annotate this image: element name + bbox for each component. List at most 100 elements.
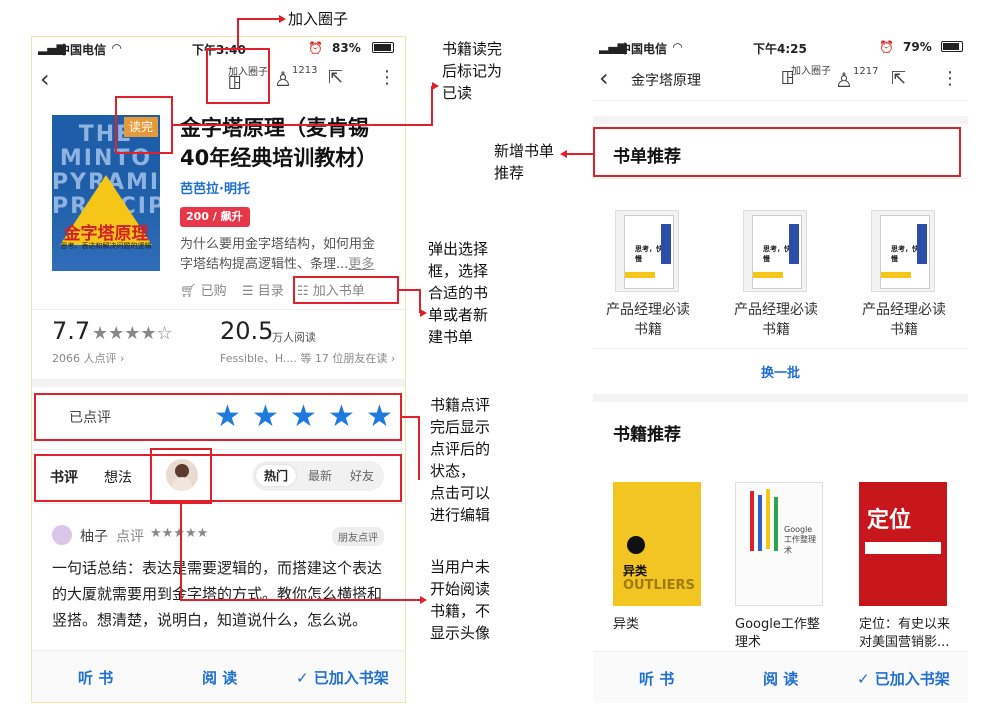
listen-button[interactable]: 听 书 (639, 668, 674, 689)
rating-count-link[interactable]: 2066 人点评 › (52, 350, 124, 366)
book-name-3[interactable]: 定位：有史以来对美国营销影... (859, 616, 955, 652)
refresh-button[interactable]: 换一批 (593, 362, 968, 381)
friends-reading-link[interactable]: Fessible、H.... 等 17 位朋友在读 › (220, 350, 395, 366)
join-circle-label[interactable]: 加入圈子 (791, 62, 831, 77)
annotation-line-text: 状态， (430, 462, 476, 480)
annotation-line-text: 框，选择 (428, 262, 489, 280)
more-icon[interactable]: ⋮ (941, 68, 959, 89)
divider (593, 178, 968, 179)
annotation-arrow (420, 309, 427, 317)
toc-button[interactable]: ☰ 目录 (242, 280, 284, 299)
booklist-cover-1[interactable]: 思考，快与慢 (615, 210, 679, 292)
booklist-name-3[interactable]: 产品经理必读书籍 (859, 300, 949, 340)
battery-percent: 83% (332, 41, 361, 55)
comment-action: 点评 (116, 529, 144, 545)
member-count: 1217 (853, 66, 879, 77)
divider (32, 503, 405, 504)
annotation-arrow (560, 150, 567, 158)
annotation-join-circle: 加入圈子 (288, 10, 349, 28)
share-icon[interactable]: ⇱ (328, 67, 343, 88)
annotation-line (180, 504, 182, 600)
rank-badge[interactable]: 200 / 飙升 › (180, 207, 250, 243)
battery-icon (372, 42, 394, 53)
listen-button[interactable]: 听 书 (78, 667, 113, 688)
wifi-icon: ◠ (112, 41, 122, 55)
annotation-line-text: 书籍，不 (430, 602, 491, 620)
annotation-arrow (420, 596, 427, 604)
section-gap (593, 116, 968, 124)
annotation-line-text: 建书单 (428, 328, 474, 346)
toc-label: 目录 (257, 284, 284, 299)
status-bar: ▂▄▆ 中国电信 ◠ 下午4:25 ⏰ 79% (593, 36, 968, 58)
clock: 下午4:25 (753, 42, 807, 56)
alarm-icon: ⏰ (308, 41, 323, 55)
annotation-line-text: 后标记为 (442, 62, 503, 80)
bookshelf-button[interactable]: ✓ 已加入书架 (857, 668, 950, 689)
bookshelf-button[interactable]: ✓ 已加入书架 (296, 667, 389, 688)
list-icon: ☰ (242, 284, 258, 299)
highlight-rated (34, 393, 402, 441)
highlight-read-tag (115, 96, 173, 154)
booklist-name-1[interactable]: 产品经理必读书籍 (603, 300, 693, 340)
bought-button[interactable]: 🛒︎ 已购 (180, 280, 227, 299)
booklist-name-2[interactable]: 产品经理必读书籍 (731, 300, 821, 340)
booklist-cover-2[interactable]: 思考，快与慢 (743, 210, 807, 292)
highlight-tabs (34, 454, 402, 502)
book-author[interactable]: 芭芭拉·明托 (180, 178, 250, 197)
annotation-line (237, 18, 239, 48)
description-text: 为什么要用金字塔结构，如何用金字塔结构提高逻辑性、条理... (180, 237, 376, 272)
annotation-line-text: 显示头像 (430, 624, 491, 642)
member-count: 1213 (292, 65, 318, 76)
bought-label: 已购 (200, 284, 227, 299)
cover-text: Google 工作整理术 (784, 525, 816, 555)
books-section-title: 书籍推荐 (613, 425, 681, 445)
commenter-name[interactable]: 柚子 (80, 526, 108, 546)
readers-unit: 万人阅读 (272, 331, 316, 344)
book-name-1[interactable]: 异类 (613, 616, 709, 634)
book-title: 金字塔原理（麦肯锡40年经典培训教材） (180, 116, 378, 170)
members-icon[interactable]: ♙ (274, 67, 292, 91)
members-icon[interactable]: ♙ (835, 68, 853, 92)
read-button[interactable]: 阅 读 (763, 668, 798, 689)
annotation-line-text: 完后显示 (430, 418, 491, 436)
book-description: 为什么要用金字塔结构，如何用金字塔结构提高逻辑性、条理...更多 (180, 235, 385, 275)
carrier: 中国电信 (58, 43, 107, 57)
group-icon[interactable]: ꖸ (781, 68, 794, 89)
annotation-line-text: 当用户未 (430, 558, 491, 576)
book-cover-google[interactable]: Google 工作整理术 (735, 482, 823, 606)
wifi-icon: ◠ (673, 40, 683, 54)
book-name-2[interactable]: Google工作整理术 (735, 616, 831, 652)
divider (32, 449, 405, 450)
book-cover-positioning[interactable]: 定位 (859, 482, 947, 606)
book-cover-outliers[interactable]: 异类 OUTLIERS (613, 482, 701, 606)
annotation-line-text: 推荐 (494, 164, 525, 182)
highlight-avatar (150, 448, 212, 504)
nav-title: 金字塔原理 (631, 73, 701, 89)
bottom-action-bar: 听 书 阅 读 ✓ 已加入书架 (593, 651, 968, 703)
annotation-new-list: 新增书单 推荐 (494, 140, 554, 184)
annotation-line-text: 单或者新 (428, 306, 489, 324)
battery-percent: 79% (903, 40, 932, 54)
annotation-line-text: 点击可以 (430, 484, 491, 502)
score: 7.7 (52, 317, 91, 345)
read-button[interactable]: 阅 读 (202, 667, 237, 688)
friend-review-tag: 朋友点评 (332, 527, 384, 546)
more-icon[interactable]: ⋮ (378, 67, 396, 88)
cover-text: 异类 (623, 564, 648, 578)
annotation-arrow (432, 82, 439, 90)
booklist-cover-3[interactable]: 思考，快与慢 (871, 210, 935, 292)
annotation-line-text: 合适的书 (428, 284, 489, 302)
annotation-line (566, 153, 593, 155)
phone-book-detail: ▂▄▆ 中国电信 ◠ 下午3:40 ⏰ 83% ‹ 加入圈子 ꖸ ♙ 1213 … (31, 36, 406, 703)
commenter-avatar[interactable] (52, 525, 72, 545)
share-icon[interactable]: ⇱ (891, 68, 906, 89)
cover-text-en: OUTLIERS (623, 578, 695, 593)
more-link[interactable]: 更多 (348, 257, 374, 272)
comment-text[interactable]: 一句话总结：表达是需要逻辑的，而搭建这个表达的大厦就需要用到金字塔的方式。教你怎… (52, 555, 388, 651)
annotation-line-text: 新增书单 (494, 142, 555, 160)
back-button[interactable]: ‹ (40, 65, 50, 93)
annotation-line-text: 进行编辑 (430, 506, 491, 524)
score-stars: ★★★★☆ (92, 323, 173, 344)
back-button[interactable]: ‹ (599, 64, 609, 92)
annotation-rated: 书籍点评 完后显示 点评后的 状态， 点击可以 进行编辑 (430, 394, 490, 526)
